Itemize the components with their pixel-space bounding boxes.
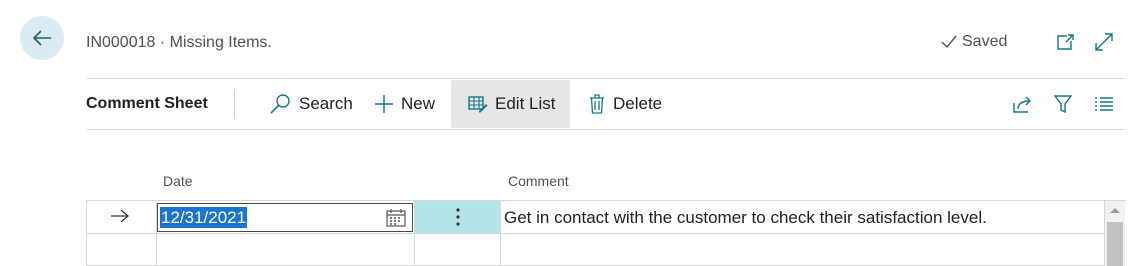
- share-button[interactable]: [1010, 92, 1034, 116]
- delete-label: Delete: [613, 94, 663, 113]
- grid-left-border: [86, 200, 87, 266]
- filter-button[interactable]: [1051, 92, 1075, 116]
- new-button[interactable]: New: [374, 80, 435, 128]
- list-view-icon: [1094, 96, 1114, 112]
- share-icon: [1011, 94, 1033, 114]
- row-actions-button[interactable]: [415, 201, 500, 233]
- back-arrow-icon: [31, 27, 53, 49]
- edit-list-label: Edit List: [495, 94, 556, 113]
- search-label: Search: [299, 94, 353, 113]
- expand-button[interactable]: [1092, 30, 1116, 54]
- date-field[interactable]: 12/31/2021: [157, 203, 413, 232]
- command-bar-separator: [234, 89, 235, 119]
- current-row-indicator: [110, 208, 130, 224]
- new-label: New: [401, 94, 436, 113]
- comment-cell-empty[interactable]: [501, 234, 1104, 265]
- command-bar-divider: [86, 129, 1125, 130]
- column-header-comment[interactable]: Comment: [508, 173, 569, 189]
- calendar-icon[interactable]: [386, 208, 406, 227]
- saved-status: Saved: [940, 33, 1007, 51]
- filter-icon: [1053, 94, 1073, 114]
- search-icon: [268, 93, 292, 115]
- page-title: IN000018 · Missing Items.: [86, 34, 272, 51]
- delete-button[interactable]: Delete: [588, 80, 662, 128]
- open-in-new-window-icon: [1055, 32, 1075, 52]
- saved-label: Saved: [962, 33, 1008, 50]
- grid-top-border: [86, 200, 1126, 201]
- expand-icon: [1093, 31, 1115, 53]
- trash-icon: [588, 93, 606, 115]
- arrow-right-icon: [110, 208, 130, 224]
- plus-icon: [374, 94, 394, 114]
- header-divider: [86, 78, 1125, 79]
- edit-list-button[interactable]: Edit List: [451, 80, 570, 128]
- edit-list-icon: [468, 95, 488, 113]
- back-button[interactable]: [20, 16, 64, 60]
- scroll-up-icon[interactable]: [1109, 206, 1121, 214]
- part-title: Comment Sheet: [86, 95, 208, 112]
- list-view-button[interactable]: [1092, 92, 1116, 116]
- scrollbar-thumb[interactable]: [1107, 222, 1123, 266]
- search-button[interactable]: Search: [268, 80, 353, 128]
- open-in-new-window-button[interactable]: [1053, 30, 1077, 54]
- date-cell-empty[interactable]: [157, 234, 414, 265]
- date-value[interactable]: 12/31/2021: [160, 207, 248, 228]
- column-header-date[interactable]: Date: [163, 173, 193, 189]
- more-options-icon: [455, 207, 461, 227]
- checkmark-icon: [940, 34, 958, 50]
- comment-cell[interactable]: Get in contact with the customer to chec…: [504, 208, 987, 228]
